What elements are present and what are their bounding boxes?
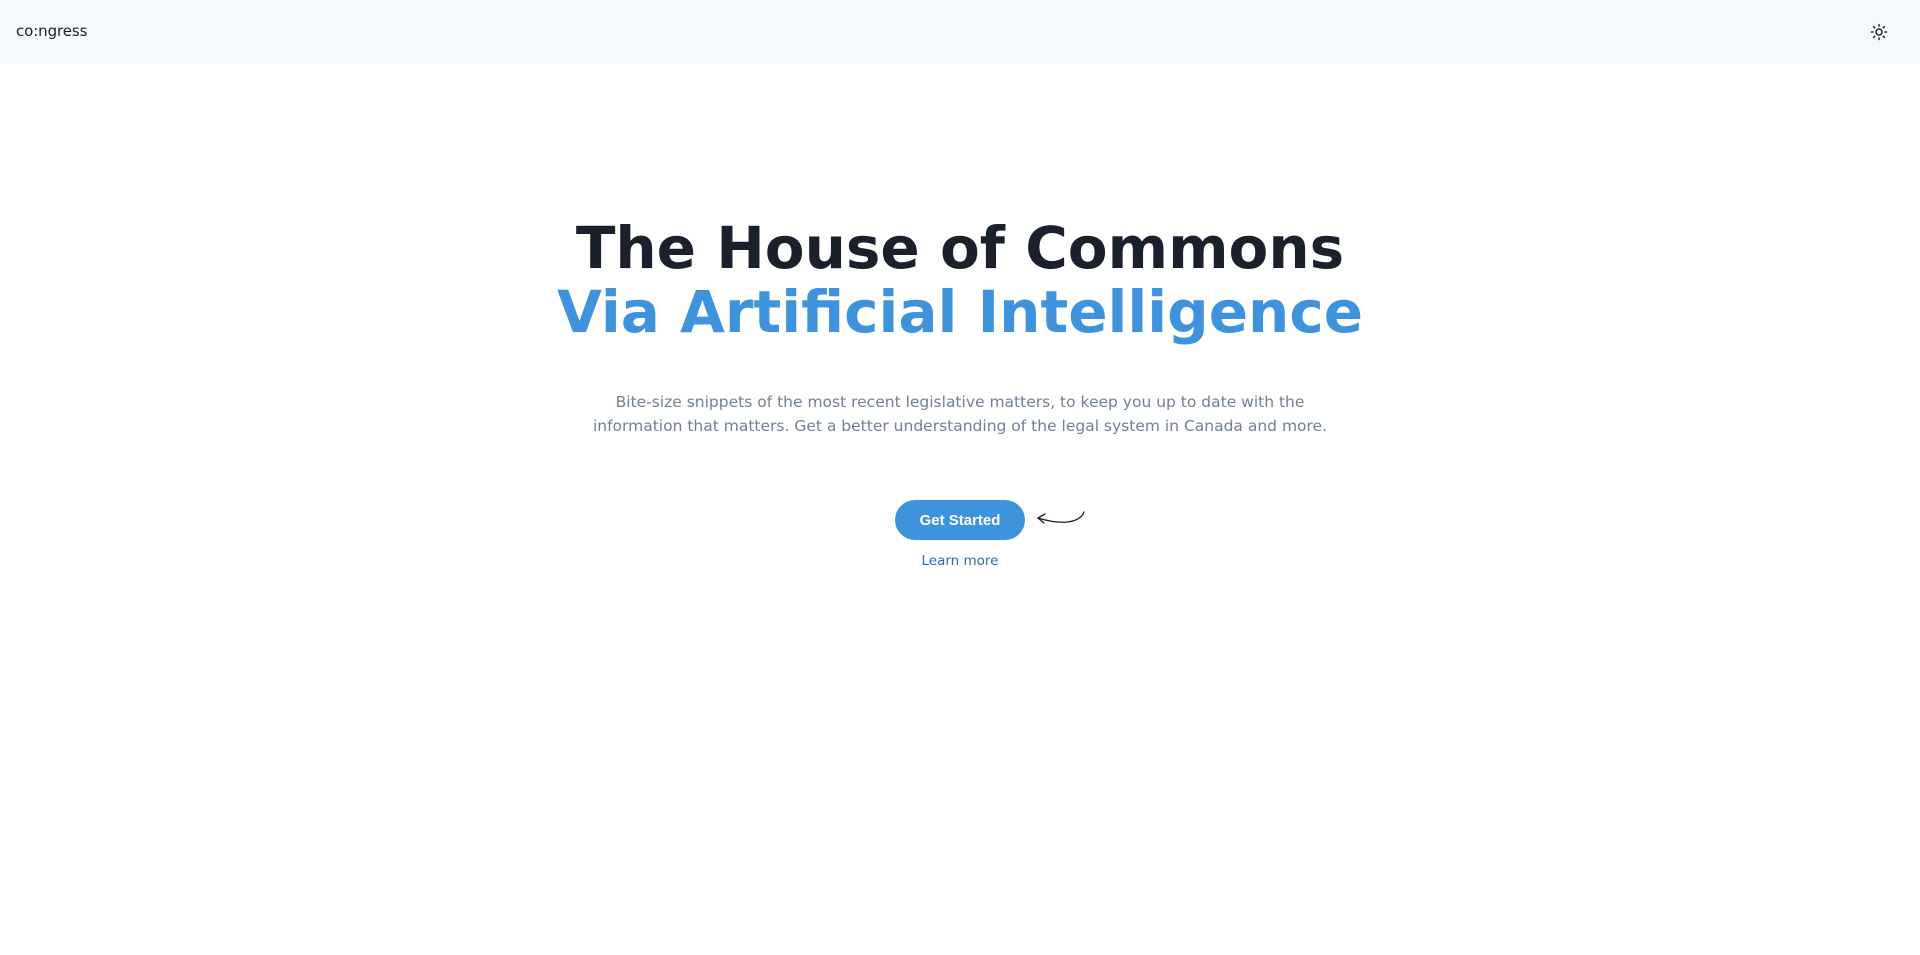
learn-more-link[interactable]: Learn more — [0, 553, 1920, 569]
brand-logo[interactable]: co:ngress — [16, 22, 87, 40]
theme-toggle-button[interactable] — [1868, 21, 1890, 43]
curved-arrow-icon — [1037, 511, 1085, 524]
sun-icon — [1870, 23, 1888, 41]
cta-row: Get Started — [0, 500, 1920, 540]
hero-title-accent: Via Artificial Intelligence — [556, 278, 1364, 346]
hero-section: The House of Commons Via Artificial Inte… — [0, 200, 1920, 438]
top-navbar: co:ngress — [0, 0, 1920, 64]
get-started-button[interactable]: Get Started — [895, 500, 1025, 540]
hero-title: The House of Commons — [575, 214, 1345, 282]
hero-subtitle: Bite-size snippets of the most recent le… — [592, 393, 1328, 435]
